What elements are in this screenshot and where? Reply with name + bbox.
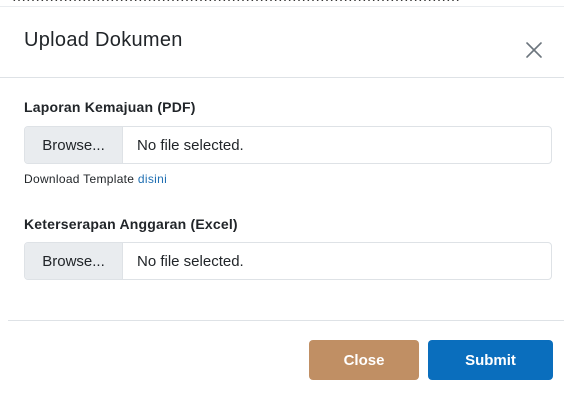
close-icon[interactable] [520, 36, 548, 64]
budget-absorption-label: Keterserapan Anggaran (Excel) [24, 216, 238, 232]
modal-header: Upload Dokumen [0, 6, 564, 78]
budget-absorption-file-input[interactable]: Browse... No file selected. [24, 242, 552, 280]
progress-report-label: Laporan Kemajuan (PDF) [24, 99, 196, 115]
download-template-text: Download Template disini [24, 172, 167, 186]
browse-button[interactable]: Browse... [25, 127, 123, 163]
upload-document-modal: …………………………………………………………………………………… Upload … [0, 0, 564, 394]
download-template-link[interactable]: disini [138, 172, 167, 186]
close-button[interactable]: Close [309, 340, 419, 380]
download-template-label: Download Template [24, 172, 138, 186]
modal-title: Upload Dokumen [24, 29, 183, 51]
progress-report-file-input[interactable]: Browse... No file selected. [24, 126, 552, 164]
submit-button[interactable]: Submit [428, 340, 553, 380]
file-status: No file selected. [137, 136, 244, 154]
browse-button[interactable]: Browse... [25, 243, 123, 279]
modal-footer-divider [8, 320, 564, 321]
file-status: No file selected. [137, 252, 244, 270]
